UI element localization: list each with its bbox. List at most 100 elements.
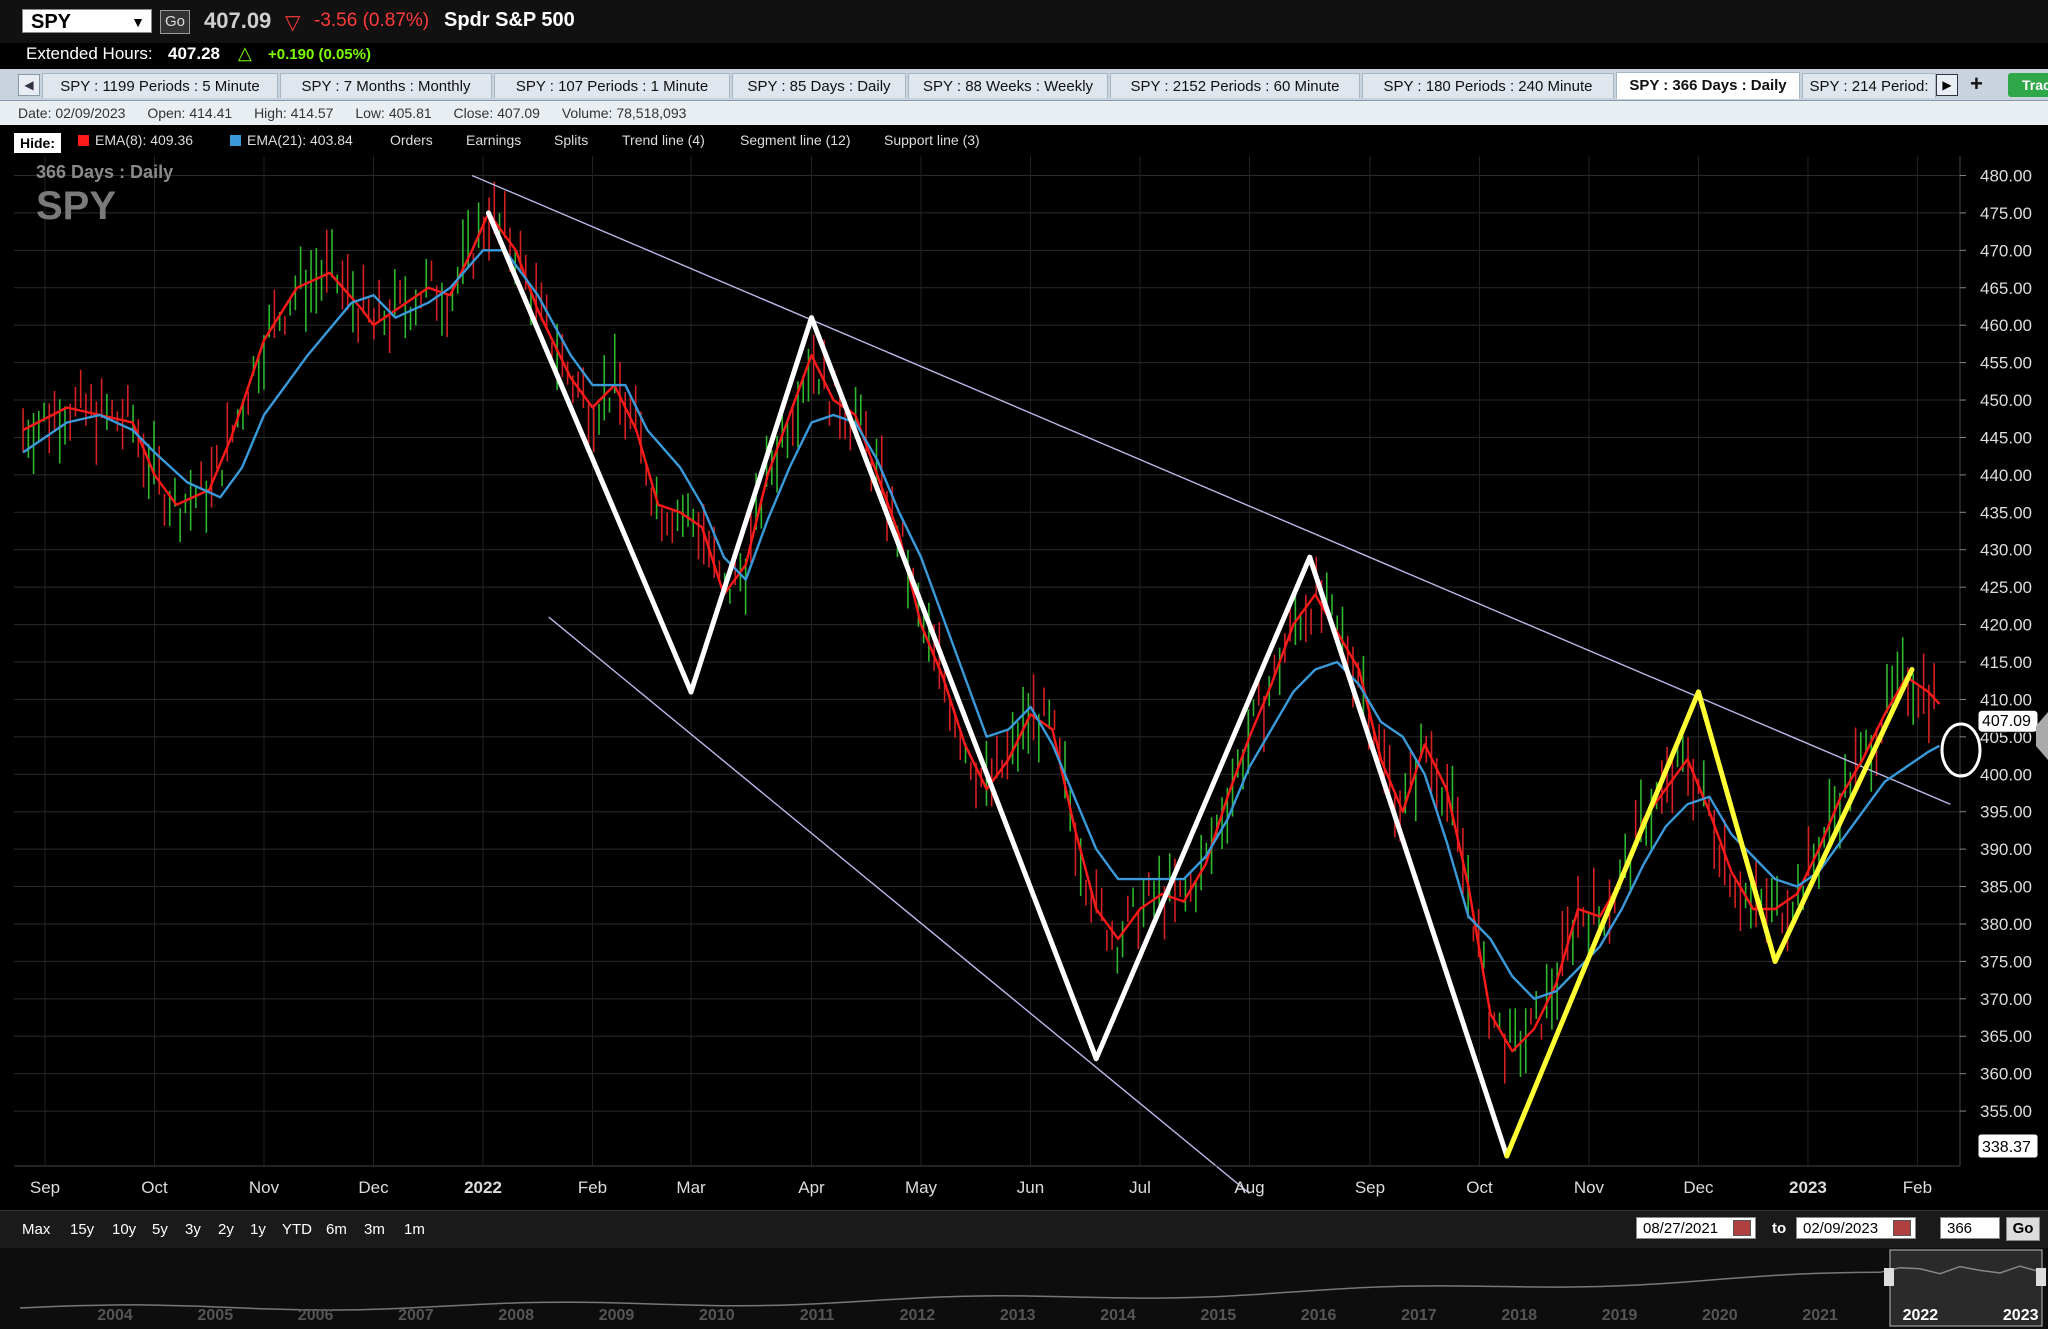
range-button-15y[interactable]: 15y: [70, 1221, 94, 1238]
y-tick-label: 475.00: [1980, 204, 2032, 223]
tab-1-minute[interactable]: SPY : 107 Periods : 1 Minute: [494, 73, 730, 98]
overview-right-handle[interactable]: [2036, 1268, 2046, 1286]
overview-year-label: 2013: [1000, 1307, 1036, 1324]
overview-year-label: 2007: [398, 1307, 434, 1324]
extended-hours-price: 407.28: [168, 44, 220, 63]
range-button-3m[interactable]: 3m: [364, 1221, 385, 1238]
range-go-button[interactable]: Go: [2006, 1217, 2040, 1241]
tab-366-daily[interactable]: SPY : 366 Days : Daily: [1616, 72, 1800, 99]
y-tick-label: 380.00: [1980, 915, 2032, 934]
y-tick-label: 420.00: [1980, 616, 2032, 635]
info-low: Low: 405.81: [355, 105, 432, 121]
range-button-10y[interactable]: 10y: [112, 1221, 136, 1238]
overview-year-label: 2006: [298, 1307, 334, 1324]
legend-ema21[interactable]: EMA(21): 403.84: [230, 132, 353, 148]
quote-bar: SPY ▼ Go 407.09 ▽ -3.56 (0.87%) Spdr S&P…: [0, 0, 2048, 44]
hide-button[interactable]: Hide:: [14, 133, 61, 153]
legend-ema21-label: EMA(21): 403.84: [247, 132, 353, 148]
y-tick-label: 430.00: [1980, 541, 2032, 560]
low-price-axis-label: 338.37: [1982, 1139, 2031, 1156]
down-arrow-icon: ▽: [285, 12, 301, 34]
go-button[interactable]: Go: [160, 10, 190, 34]
overview-year-label: 2020: [1702, 1307, 1738, 1324]
range-button-max[interactable]: Max: [22, 1221, 50, 1238]
y-tick-label: 440.00: [1980, 466, 2032, 485]
scroll-right-icon[interactable]: ▶: [1936, 74, 1958, 96]
range-button-ytd[interactable]: YTD: [282, 1221, 312, 1238]
legend-earnings[interactable]: Earnings: [466, 132, 521, 148]
trade-button[interactable]: Trac: [2008, 73, 2048, 97]
legend-segment-line[interactable]: Segment line (12): [740, 132, 851, 148]
y-tick-label: 410.00: [1980, 690, 2032, 709]
range-button-1y[interactable]: 1y: [250, 1221, 266, 1238]
add-tab-icon[interactable]: +: [1970, 71, 1983, 97]
scroll-left-icon[interactable]: ◀: [18, 74, 40, 96]
overview-year-label: 2019: [1602, 1307, 1638, 1324]
y-tick-label: 370.00: [1980, 990, 2032, 1009]
y-tick-label: 390.00: [1980, 840, 2032, 859]
days-value: 366: [1947, 1220, 1973, 1237]
range-button-3y[interactable]: 3y: [185, 1221, 201, 1238]
to-date-value: 02/09/2023: [1803, 1220, 1879, 1237]
legend-trend-line[interactable]: Trend line (4): [622, 132, 705, 148]
overview-year-label: 2012: [900, 1307, 936, 1324]
tab-5-minute[interactable]: SPY : 1199 Periods : 5 Minute: [42, 73, 278, 98]
days-stepper[interactable]: 366: [1940, 1217, 2000, 1239]
legend-ema8-label: EMA(8): 409.36: [95, 132, 194, 148]
overview-left-handle[interactable]: [1884, 1268, 1894, 1286]
y-tick-label: 360.00: [1980, 1065, 2032, 1084]
y-tick-label: 400.00: [1980, 765, 2032, 784]
calendar-icon[interactable]: [1733, 1220, 1751, 1236]
tab-weekly[interactable]: SPY : 88 Weeks : Weekly: [908, 73, 1108, 98]
tab-214-periods[interactable]: SPY : 214 Period:: [1802, 73, 1936, 98]
x-tick-label: Jul: [1129, 1178, 1151, 1197]
range-button-1m[interactable]: 1m: [404, 1221, 425, 1238]
y-tick-label: 470.00: [1980, 241, 2032, 260]
x-tick-label: Apr: [798, 1178, 825, 1197]
last-price-axis-label: 407.09: [1982, 713, 2031, 730]
calendar-icon[interactable]: [1893, 1220, 1911, 1236]
chart-subtitle: 366 Days : Daily: [36, 162, 173, 182]
y-tick-label: 425.00: [1980, 578, 2032, 597]
to-label: to: [1772, 1220, 1787, 1237]
range-button-5y[interactable]: 5y: [152, 1221, 168, 1238]
to-date-input[interactable]: 02/09/2023: [1796, 1217, 1916, 1239]
overview-year-label: 2015: [1201, 1307, 1237, 1324]
y-tick-label: 365.00: [1980, 1027, 2032, 1046]
legend-ema8[interactable]: EMA(8): 409.36: [78, 132, 193, 148]
overview-year-label: 2023: [2003, 1307, 2039, 1324]
chevron-down-icon[interactable]: ▼: [131, 10, 145, 34]
overview-year-label: 2018: [1501, 1307, 1537, 1324]
up-arrow-icon: △: [238, 43, 252, 63]
x-tick-label: Jun: [1017, 1178, 1044, 1197]
x-tick-label: Dec: [358, 1178, 389, 1197]
chart-tabs: ◀ SPY : 1199 Periods : 5 Minute SPY : 7 …: [0, 69, 2048, 101]
y-tick-label: 355.00: [1980, 1102, 2032, 1121]
overview-year-label: 2005: [198, 1307, 234, 1324]
symbol-select[interactable]: SPY ▼: [22, 9, 152, 33]
ema8-swatch: [78, 135, 89, 146]
last-price-marker: 407.09: [1977, 709, 2039, 733]
from-date-input[interactable]: 08/27/2021: [1636, 1217, 1756, 1239]
tab-monthly[interactable]: SPY : 7 Months : Monthly: [280, 73, 492, 98]
tab-240-minute[interactable]: SPY : 180 Periods : 240 Minute: [1362, 73, 1614, 98]
overview-year-label: 2022: [1903, 1307, 1939, 1324]
range-button-2y[interactable]: 2y: [218, 1221, 234, 1238]
range-button-6m[interactable]: 6m: [326, 1221, 347, 1238]
company-name: Spdr S&P 500: [444, 9, 575, 31]
info-volume: Volume: 78,518,093: [561, 105, 687, 121]
legend-support-line[interactable]: Support line (3): [884, 132, 980, 148]
info-high: High: 414.57: [254, 105, 334, 121]
x-tick-label: Sep: [30, 1178, 60, 1197]
tab-85-daily[interactable]: SPY : 85 Days : Daily: [732, 73, 906, 98]
price-chart[interactable]: 366 Days : Daily SPY 480.00 475.00 470.00 4…: [0, 156, 2048, 1210]
overview-year-label: 2008: [498, 1307, 534, 1324]
price-change: -3.56 (0.87%): [314, 10, 430, 31]
x-tick-label: Aug: [1234, 1178, 1264, 1197]
tab-60-minute[interactable]: SPY : 2152 Periods : 60 Minute: [1110, 73, 1360, 98]
x-tick-label: Nov: [249, 1178, 280, 1197]
overview-year-label: 2017: [1401, 1307, 1437, 1324]
overview-navigator[interactable]: 2004 2005 2006 2007 2008 2009 2010 2011 2012 2013…: [0, 1248, 2048, 1329]
legend-orders[interactable]: Orders: [390, 132, 433, 148]
legend-splits[interactable]: Splits: [554, 132, 588, 148]
